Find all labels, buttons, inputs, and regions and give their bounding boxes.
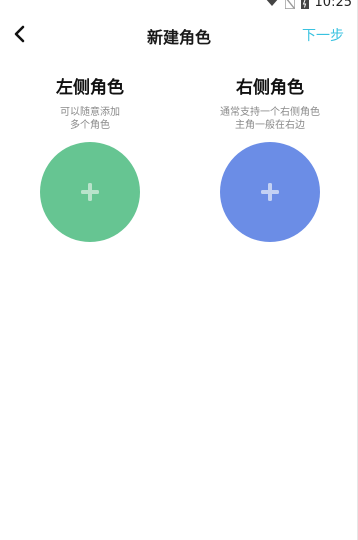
battery-icon xyxy=(300,0,309,9)
plus-icon xyxy=(261,183,279,201)
next-step-button[interactable]: 下一步 xyxy=(302,25,344,45)
left-role-desc-line2: 多个角色 xyxy=(70,120,110,131)
right-role-title: 右侧角色 xyxy=(236,78,304,98)
left-role-title: 左侧角色 xyxy=(56,78,124,98)
nav-bar: 新建角色 下一步 xyxy=(0,16,358,52)
wifi-icon xyxy=(266,0,277,6)
status-time: 10:25 xyxy=(314,0,352,10)
right-role-desc-line1: 通常支持一个右侧角色 xyxy=(220,107,320,118)
add-left-role-button[interactable] xyxy=(40,142,140,242)
add-right-role-button[interactable] xyxy=(220,142,320,242)
status-bar: 10:25 xyxy=(0,0,358,10)
plus-icon xyxy=(81,183,99,201)
left-role-desc-line1: 可以随意添加 xyxy=(60,107,120,118)
no-sim-icon xyxy=(284,0,295,9)
right-role-description: 通常支持一个右侧角色 主角一般在右边 xyxy=(210,106,330,132)
right-role-section: 右侧角色 通常支持一个右侧角色 主角一般在右边 xyxy=(210,76,330,242)
left-role-description: 可以随意添加 多个角色 xyxy=(30,106,150,132)
right-role-desc-line2: 主角一般在右边 xyxy=(235,120,305,131)
left-role-section: 左侧角色 可以随意添加 多个角色 xyxy=(30,76,150,242)
status-icons: 10:25 xyxy=(265,0,352,9)
